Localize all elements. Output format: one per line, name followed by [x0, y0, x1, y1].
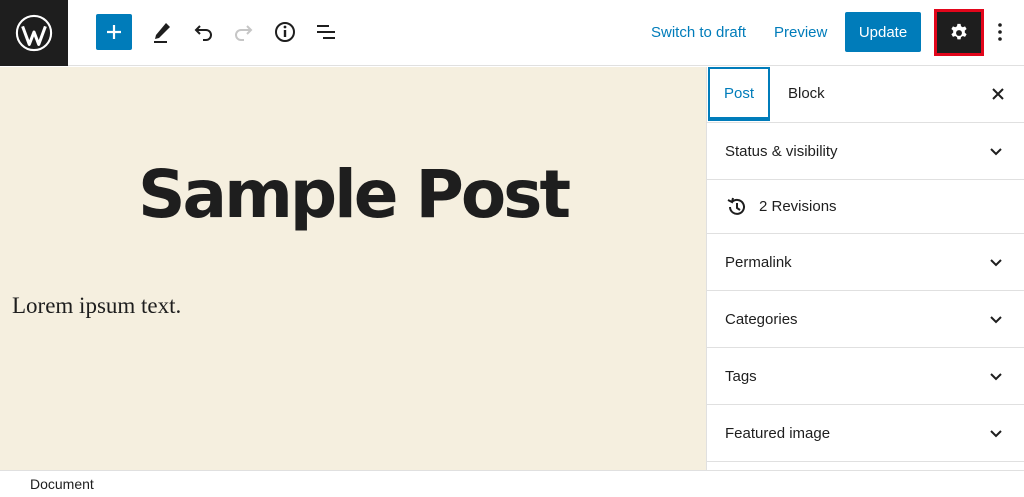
switch-to-draft-button[interactable]: Switch to draft: [651, 20, 746, 46]
settings-sidebar: Post Block Status & visibility 2 Revisio…: [706, 67, 1024, 470]
chevron-down-icon: [990, 316, 1002, 324]
chevron-down-icon: [990, 373, 1002, 381]
editor-canvas[interactable]: Sample Post Lorem ipsum text.: [0, 67, 706, 470]
undo-icon: [194, 25, 212, 41]
panel-status-visibility[interactable]: Status & visibility: [707, 123, 1024, 180]
info-icon: [275, 22, 295, 42]
chevron-down-icon: [990, 430, 1002, 438]
post-title[interactable]: Sample Post: [0, 155, 706, 235]
plus-icon: [107, 25, 121, 39]
gear-icon: [951, 23, 967, 39]
panel-label: Categories: [725, 310, 798, 328]
settings-button[interactable]: [934, 9, 984, 56]
update-button[interactable]: Update: [845, 12, 921, 52]
redo-icon: [235, 25, 253, 41]
panel-label: Permalink: [725, 253, 792, 271]
paragraph-block[interactable]: Lorem ipsum text.: [12, 293, 181, 319]
breadcrumb-document[interactable]: Document: [30, 476, 94, 492]
panel-featured-image[interactable]: Featured image: [707, 405, 1024, 462]
chevron-down-icon: [990, 259, 1002, 267]
panel-categories[interactable]: Categories: [707, 291, 1024, 348]
chevron-down-icon: [990, 148, 1002, 156]
panel-permalink[interactable]: Permalink: [707, 234, 1024, 291]
wordpress-logo[interactable]: [0, 0, 68, 66]
options-button[interactable]: [988, 14, 1012, 50]
panel-label: Featured image: [725, 424, 831, 442]
history-icon: [725, 195, 749, 219]
close-sidebar-button[interactable]: [986, 82, 1010, 106]
preview-button[interactable]: Preview: [774, 20, 827, 46]
tab-block[interactable]: Block: [788, 67, 825, 121]
undo-button[interactable]: [185, 14, 221, 50]
panel-revisions[interactable]: 2 Revisions: [707, 180, 1024, 234]
pencil-icon: [154, 23, 170, 43]
block-breadcrumb-bar: Document: [0, 470, 1024, 497]
panel-label: 2 Revisions: [759, 198, 837, 215]
list-view-icon: [317, 25, 335, 39]
add-block-button[interactable]: [96, 14, 132, 50]
wordpress-icon: [15, 14, 53, 52]
more-vertical-icon: [998, 23, 1002, 41]
top-toolbar: Switch to draft Preview Update: [0, 0, 1024, 66]
details-button[interactable]: [267, 14, 303, 50]
tools-button[interactable]: [144, 14, 180, 50]
list-view-button[interactable]: [308, 14, 344, 50]
sidebar-tabs: Post Block: [707, 67, 1024, 123]
panel-tags[interactable]: Tags: [707, 348, 1024, 405]
close-icon: [992, 88, 1004, 100]
panel-label: Tags: [725, 367, 757, 385]
redo-button[interactable]: [226, 14, 262, 50]
tab-post[interactable]: Post: [708, 67, 770, 121]
panel-label: Status & visibility: [725, 142, 838, 160]
